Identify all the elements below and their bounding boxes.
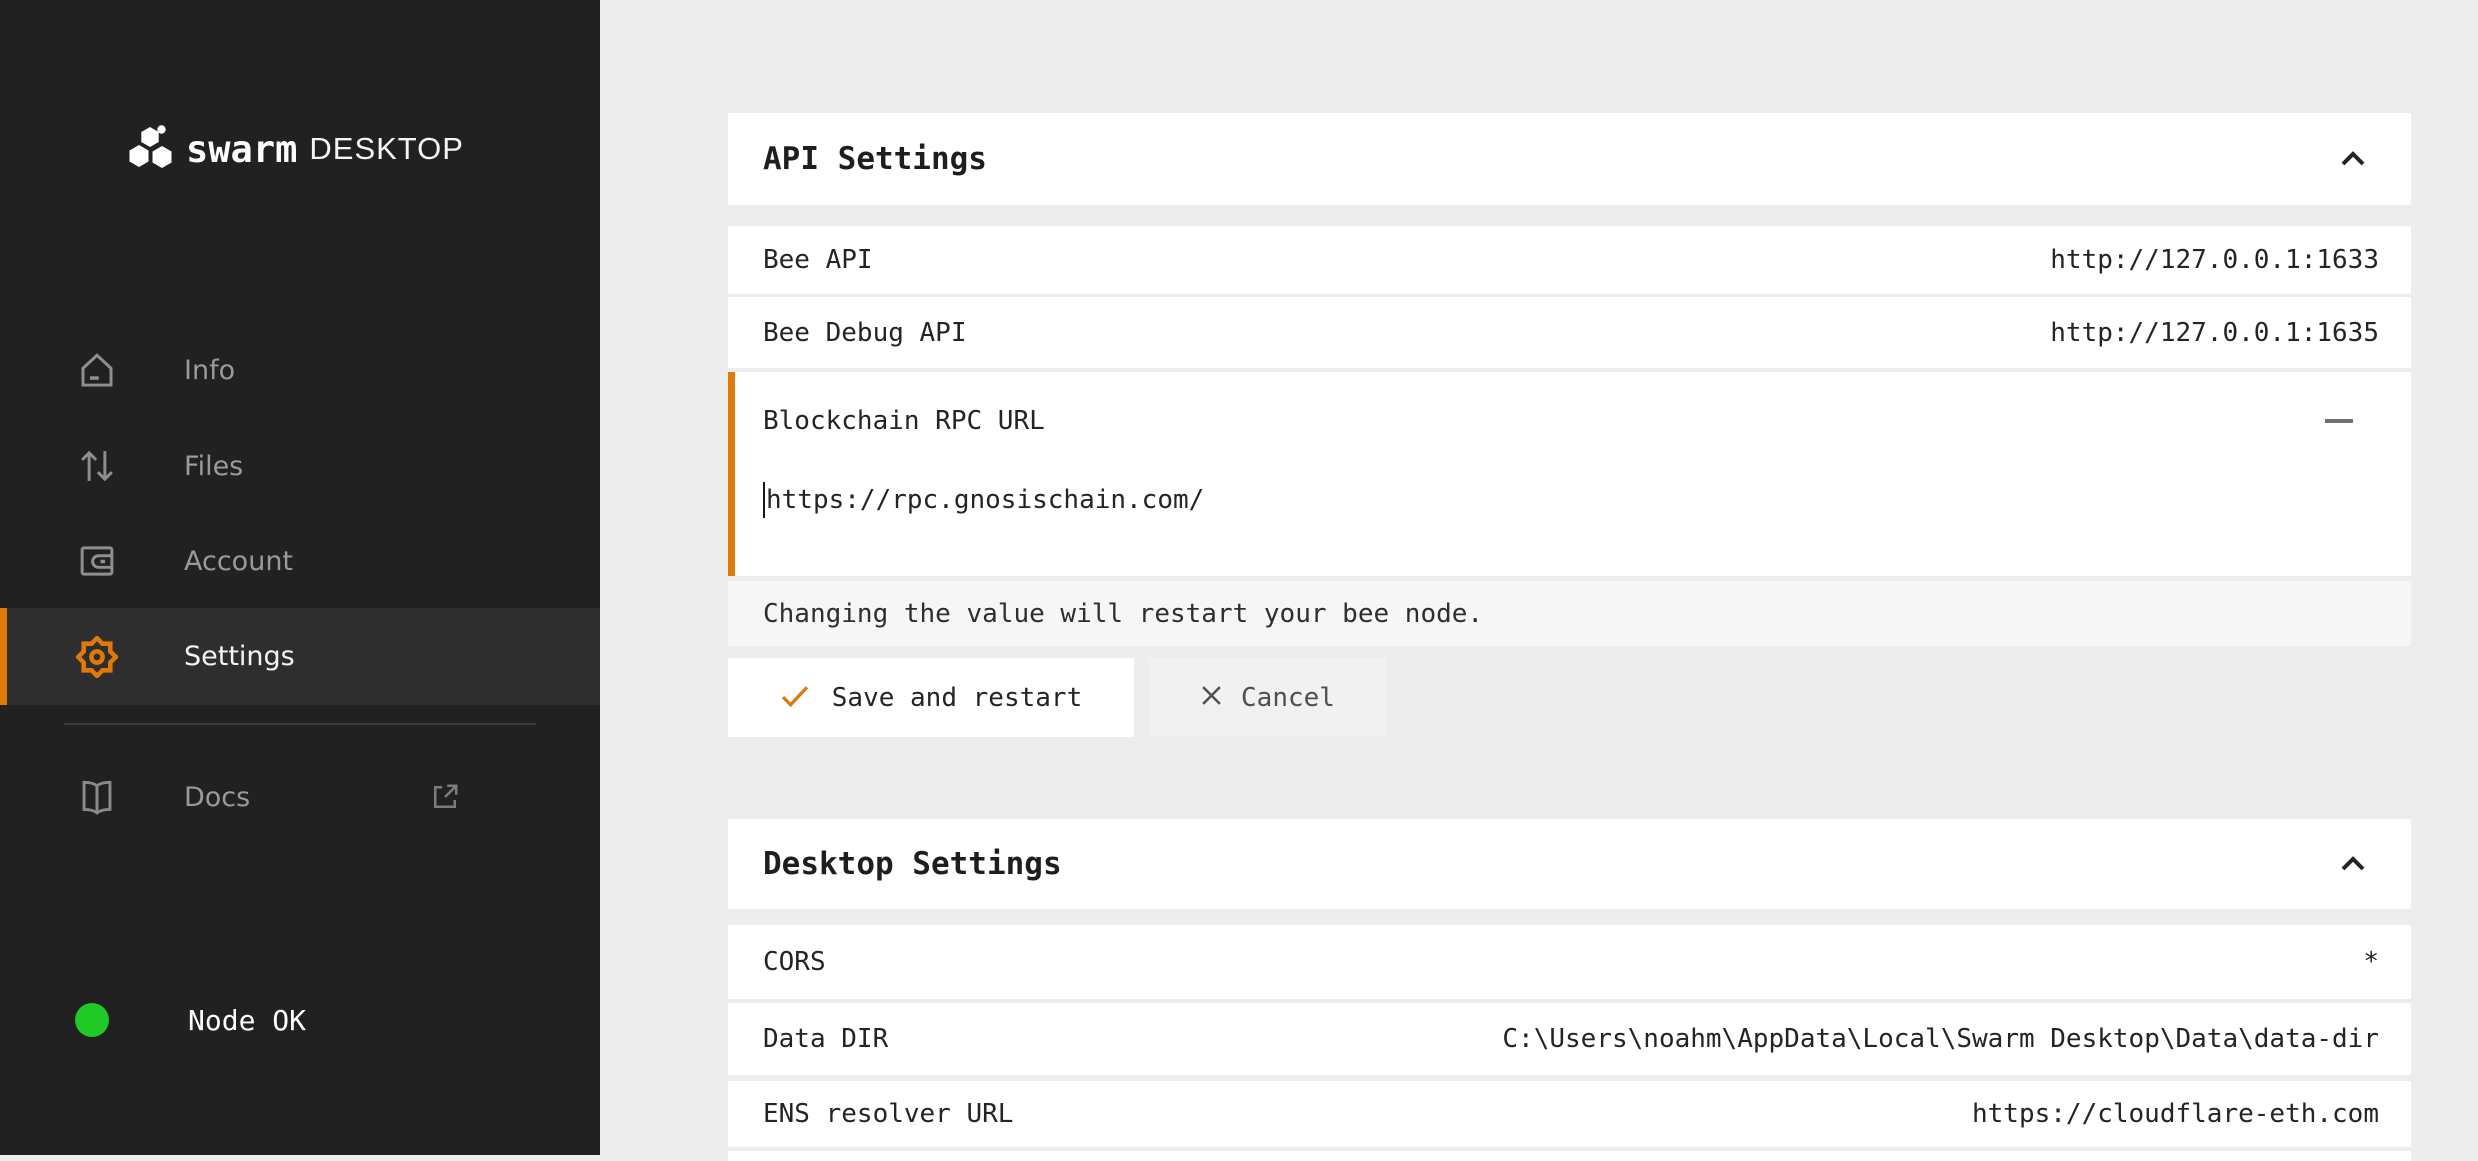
- sidebar-item-docs[interactable]: Docs: [0, 749, 600, 845]
- home-icon: [76, 349, 118, 391]
- setting-row-ens-resolver[interactable]: ENS resolver URL https://cloudflare-eth.…: [728, 1081, 2411, 1147]
- sidebar-item-label: Info: [184, 355, 235, 386]
- gear-icon: [76, 636, 118, 678]
- sidebar-item-label: Account: [184, 546, 293, 577]
- rpc-url-input[interactable]: https://rpc.gnosischain.com/: [763, 482, 2379, 518]
- swarm-desktop-window: { "brand": { "name": "swarm", "suffix": …: [0, 0, 2478, 1155]
- restart-note-text: Changing the value will restart your bee…: [763, 599, 1483, 629]
- setting-row-data-dir[interactable]: Data DIR C:\Users\noahm\AppData\Local\Sw…: [728, 1003, 2411, 1075]
- brand-name: swarm: [186, 128, 297, 171]
- sidebar-item-info[interactable]: Info: [0, 322, 600, 418]
- rpc-url-value: https://rpc.gnosischain.com/: [766, 485, 1204, 515]
- cancel-button[interactable]: Cancel: [1149, 658, 1386, 737]
- sidebar: swarm DESKTOP Info Files Acc: [0, 0, 600, 1155]
- setting-label: CORS: [763, 947, 826, 977]
- setting-row-cors[interactable]: CORS *: [728, 925, 2411, 999]
- setting-row-bee-api[interactable]: Bee API http://127.0.0.1:1633: [728, 226, 2411, 294]
- sidebar-item-account[interactable]: Account: [0, 513, 600, 609]
- setting-value: http://127.0.0.1:1633: [2050, 245, 2379, 275]
- cancel-button-label: Cancel: [1241, 683, 1335, 713]
- setting-label: Data DIR: [763, 1024, 888, 1054]
- selected-indicator-bar: [0, 608, 7, 705]
- wallet-icon: [76, 540, 118, 582]
- chevron-up-icon: [2340, 150, 2366, 168]
- external-link-icon: [427, 779, 463, 815]
- close-icon: [1200, 684, 1223, 711]
- setting-label: Bee Debug API: [763, 318, 967, 348]
- setting-label: Bee API: [763, 245, 873, 275]
- rpc-editor-header: Blockchain RPC URL: [763, 406, 2379, 436]
- sidebar-item-label: Files: [184, 451, 243, 482]
- setting-row-bee-debug-api[interactable]: Bee Debug API http://127.0.0.1:1635: [728, 297, 2411, 368]
- app-logo: swarm DESKTOP: [126, 118, 464, 180]
- section-title: API Settings: [763, 141, 987, 177]
- setting-editor-blockchain-rpc: Blockchain RPC URL https://rpc.gnosischa…: [728, 372, 2411, 576]
- sidebar-divider: [64, 723, 536, 725]
- save-and-restart-button[interactable]: Save and restart: [728, 658, 1134, 737]
- sidebar-item-files[interactable]: Files: [0, 418, 600, 514]
- section-title: Desktop Settings: [763, 846, 1062, 882]
- sidebar-item-settings[interactable]: Settings: [0, 608, 600, 705]
- setting-row-partial: [728, 1151, 2411, 1161]
- transfer-arrows-icon: [76, 445, 118, 487]
- desktop-settings-header[interactable]: Desktop Settings: [728, 819, 2411, 909]
- check-icon: [780, 684, 810, 712]
- node-status: Node OK: [75, 1002, 306, 1038]
- save-button-label: Save and restart: [832, 683, 1082, 713]
- sidebar-item-label: Docs: [184, 782, 250, 813]
- setting-label: Blockchain RPC URL: [763, 406, 1045, 436]
- setting-value: https://cloudflare-eth.com: [1972, 1099, 2379, 1129]
- setting-value: C:\Users\noahm\AppData\Local\Swarm Deskt…: [1502, 1024, 2379, 1054]
- node-status-dot: [75, 1003, 109, 1037]
- node-status-label: Node OK: [188, 1004, 306, 1037]
- swarm-logo-icon: [126, 123, 176, 175]
- brand-suffix: DESKTOP: [309, 131, 464, 167]
- setting-value: http://127.0.0.1:1635: [2050, 318, 2379, 348]
- book-icon: [76, 776, 118, 818]
- api-settings-header[interactable]: API Settings: [728, 113, 2411, 205]
- text-caret: [763, 482, 765, 518]
- setting-label: ENS resolver URL: [763, 1099, 1013, 1129]
- sidebar-item-label: Settings: [184, 641, 295, 672]
- restart-note: Changing the value will restart your bee…: [728, 581, 2411, 646]
- collapse-minus-icon[interactable]: [2325, 419, 2353, 423]
- setting-value: *: [2363, 947, 2379, 977]
- chevron-up-icon: [2340, 855, 2366, 873]
